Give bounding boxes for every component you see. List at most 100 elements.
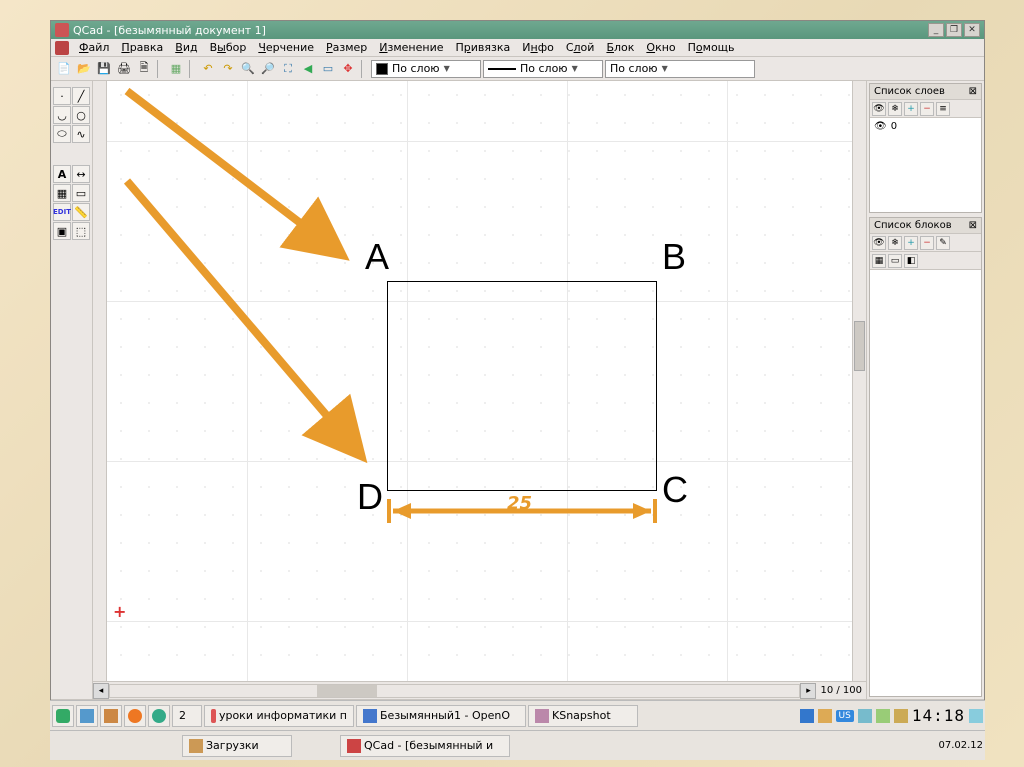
block-insert-button[interactable]: ▦: [872, 254, 886, 268]
linetype-combo[interactable]: По слою ▼: [483, 60, 603, 78]
menu-file[interactable]: Файл: [73, 40, 115, 55]
minimize-button[interactable]: _: [928, 23, 944, 37]
undo-button[interactable]: ↶: [199, 60, 217, 78]
firefox-button[interactable]: [124, 705, 146, 727]
print-button[interactable]: 🖨: [115, 60, 133, 78]
home-button[interactable]: [100, 705, 122, 727]
menu-modify[interactable]: Изменение: [373, 40, 449, 55]
block-freeze-icon[interactable]: ❄: [888, 236, 902, 250]
tool-text[interactable]: A: [53, 165, 71, 183]
zoom-fit-button[interactable]: ⛶: [279, 60, 297, 78]
save-button[interactable]: 💾: [95, 60, 113, 78]
writer-icon: [363, 709, 377, 723]
desktop-button[interactable]: [76, 705, 98, 727]
close-button[interactable]: ✕: [964, 23, 980, 37]
v-scroll-thumb[interactable]: [854, 321, 865, 371]
menu-size[interactable]: Размер: [320, 40, 373, 55]
block-tool2[interactable]: ▭: [888, 254, 902, 268]
doc-icon: [211, 709, 216, 723]
panel-close-icon[interactable]: ⊠: [969, 220, 977, 231]
block-add-button[interactable]: +: [904, 236, 918, 250]
print-preview-button[interactable]: 🗎: [135, 60, 153, 78]
menu-edit[interactable]: Правка: [115, 40, 169, 55]
drawing-canvas[interactable]: + A B C D 25: [107, 81, 852, 681]
layer-freeze-icon[interactable]: ❄: [888, 102, 902, 116]
menu-info[interactable]: Инфо: [516, 40, 560, 55]
tool-circle[interactable]: ○: [72, 106, 90, 124]
open-button[interactable]: 📂: [75, 60, 93, 78]
layers-list[interactable]: 👁 0: [870, 118, 981, 212]
block-remove-button[interactable]: −: [920, 236, 934, 250]
task-lessons[interactable]: уроки информатики п: [204, 705, 354, 727]
tool-line[interactable]: ╱: [72, 87, 90, 105]
clock[interactable]: 14:18: [912, 706, 965, 725]
display-tray-icon[interactable]: [858, 709, 872, 723]
block-tool3[interactable]: ◧: [904, 254, 918, 268]
blocks-list[interactable]: [870, 270, 981, 696]
app-button[interactable]: [148, 705, 170, 727]
menu-help[interactable]: Помощь: [682, 40, 741, 55]
menu-draw[interactable]: Черчение: [252, 40, 320, 55]
blocks-panel: Список блоков ⊠ 👁 ❄ + − ✎ ▦ ▭ ◧: [869, 217, 982, 697]
right-panels: Список слоев ⊠ 👁 ❄ + − ≡ 👁 0: [866, 81, 984, 699]
vertical-scrollbar[interactable]: [852, 81, 866, 681]
globe-icon: [152, 709, 166, 723]
pan-button[interactable]: ✥: [339, 60, 357, 78]
keyboard-layout[interactable]: US: [836, 710, 854, 722]
new-button[interactable]: 📄: [55, 60, 73, 78]
zoom-in-button[interactable]: 🔍: [239, 60, 257, 78]
grid-toggle-button[interactable]: ▦: [167, 60, 185, 78]
menu-select[interactable]: Выбор: [204, 40, 253, 55]
panel-close-icon[interactable]: ⊠: [969, 86, 977, 97]
tool-measure[interactable]: 📏: [72, 203, 90, 221]
color-combo[interactable]: По слою ▼: [371, 60, 481, 78]
menu-snap[interactable]: Привязка: [450, 40, 517, 55]
zoom-window-button[interactable]: ▭: [319, 60, 337, 78]
linetype-combo-label: По слою: [520, 62, 568, 75]
tray-icon[interactable]: [818, 709, 832, 723]
h-scroll-track[interactable]: [109, 684, 800, 698]
tool-spline[interactable]: ∿: [72, 125, 90, 143]
zoom-prev-button[interactable]: ◀: [299, 60, 317, 78]
tool-pointer[interactable]: ·: [53, 87, 71, 105]
ksnapshot-icon: [535, 709, 549, 723]
tool-hatch[interactable]: ▦: [53, 184, 71, 202]
layer-add-button[interactable]: +: [904, 102, 918, 116]
pager[interactable]: 2: [172, 705, 202, 727]
tool-arc[interactable]: ◡: [53, 106, 71, 124]
maximize-button[interactable]: ❐: [946, 23, 962, 37]
tool-image[interactable]: ▭: [72, 184, 90, 202]
zoom-out-button[interactable]: 🔎: [259, 60, 277, 78]
menu-layer[interactable]: Слой: [560, 40, 601, 55]
redo-button[interactable]: ↷: [219, 60, 237, 78]
layer-edit-button[interactable]: ≡: [936, 102, 950, 116]
tool-edit[interactable]: EDIT: [53, 203, 71, 221]
scroll-left-button[interactable]: ◂: [93, 683, 109, 699]
scroll-right-button[interactable]: ▸: [800, 683, 816, 699]
task-qcad[interactable]: QCad - [безымянный и: [340, 735, 510, 757]
task-openoffice[interactable]: Безымянный1 - OpenO: [356, 705, 526, 727]
tool-dimension[interactable]: ↔: [72, 165, 90, 183]
menu-window[interactable]: Окно: [640, 40, 681, 55]
kmenu-button[interactable]: [52, 705, 74, 727]
layer-visible-icon[interactable]: 👁: [872, 102, 886, 116]
task-label: уроки информатики п: [219, 709, 347, 722]
task-downloads[interactable]: Загрузки: [182, 735, 292, 757]
trash-tray-icon[interactable]: [969, 709, 983, 723]
app-icon: [55, 23, 69, 37]
volume-tray-icon[interactable]: [894, 709, 908, 723]
h-scroll-thumb[interactable]: [317, 685, 377, 697]
layer-remove-button[interactable]: −: [920, 102, 934, 116]
save-tray-icon[interactable]: [800, 709, 814, 723]
lineweight-combo[interactable]: По слою ▼: [605, 60, 755, 78]
task-ksnapshot[interactable]: KSnapshot: [528, 705, 638, 727]
tool-select[interactable]: ⬚: [72, 222, 90, 240]
network-tray-icon[interactable]: [876, 709, 890, 723]
eye-icon[interactable]: 👁: [874, 121, 887, 132]
menu-block[interactable]: Блок: [600, 40, 640, 55]
block-visible-icon[interactable]: 👁: [872, 236, 886, 250]
menu-view[interactable]: Вид: [169, 40, 203, 55]
tool-block[interactable]: ▣: [53, 222, 71, 240]
tool-ellipse[interactable]: ⬭: [53, 125, 71, 143]
block-edit-button[interactable]: ✎: [936, 236, 950, 250]
